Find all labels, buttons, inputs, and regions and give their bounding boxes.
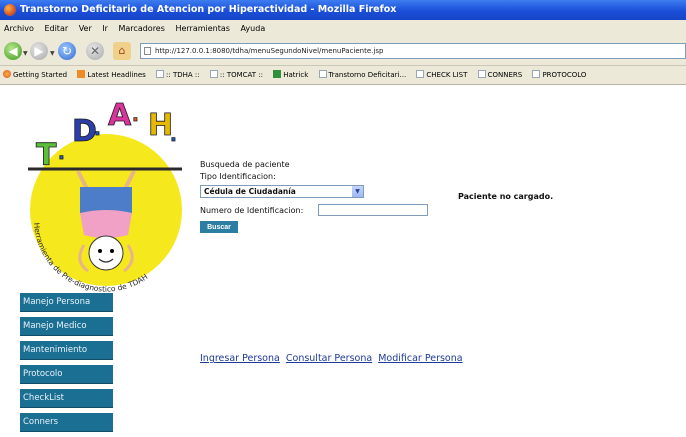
- menu-editar[interactable]: Editar: [40, 24, 72, 33]
- tipo-identificacion-label: Tipo Identificacion:: [200, 172, 276, 181]
- menu-bar: Archivo Editar Ver Ir Marcadores Herrami…: [0, 20, 686, 39]
- firefox-icon: [3, 70, 11, 78]
- bookmark-conners[interactable]: CONNERS: [475, 66, 523, 84]
- url-bar[interactable]: http://127.0.0.1:8080/tdha/menuSegundoNi…: [140, 43, 686, 59]
- menu-protocolo[interactable]: Protocolo: [20, 365, 113, 384]
- logo-letter: .: [58, 143, 65, 164]
- numero-identificacion-label: Numero de Identificacion:: [200, 206, 304, 215]
- bookmark-tomcat[interactable]: :: TOMCAT ::: [207, 66, 263, 84]
- bookmark-protocolo[interactable]: PROTOCOLO: [529, 66, 586, 84]
- window-titlebar: Transtorno Deficitario de Atencion por H…: [0, 0, 686, 20]
- patient-status-message: Paciente no cargado.: [458, 192, 554, 201]
- rss-icon: [77, 70, 86, 78]
- bookmark-label: PROTOCOLO: [542, 71, 587, 79]
- logo-girl-eye: [98, 249, 102, 253]
- page-icon: [209, 70, 218, 78]
- page-icon: [416, 70, 425, 78]
- window-title: Transtorno Deficitario de Atencion por H…: [20, 4, 397, 15]
- tdah-logo: T .D. A. H. Herramienta de Pre-diagnostico …: [28, 98, 182, 294]
- bookmark-tdha[interactable]: :: TDHA ::: [153, 66, 200, 84]
- search-title: Busqueda de paciente: [200, 160, 290, 169]
- url-text: http://127.0.0.1:8080/tdha/menuSegundoNi…: [155, 47, 384, 55]
- page-icon: [477, 70, 486, 78]
- green-icon: [273, 70, 282, 78]
- menu-herramientas[interactable]: Herramientas: [171, 24, 234, 33]
- bookmark-label: Transtorno Deficitari...: [328, 71, 407, 79]
- menu-manejo-persona[interactable]: Manejo Persona: [20, 293, 113, 312]
- modificar-persona-link[interactable]: Modificar Persona: [378, 353, 462, 364]
- page-icon: [156, 70, 165, 78]
- page-icon: [532, 70, 541, 78]
- bookmark-label: Getting Started: [13, 71, 68, 79]
- bookmark-check-list[interactable]: CHECK LIST: [413, 66, 467, 84]
- bookmark-label: CHECK LIST: [426, 71, 468, 79]
- home-icon[interactable]: ⌂: [113, 42, 131, 60]
- logo-letter: A: [108, 98, 132, 133]
- menu-marcadores[interactable]: Marcadores: [115, 24, 169, 33]
- bookmark-getting-started[interactable]: Getting Started: [0, 66, 67, 84]
- menu-ir[interactable]: Ir: [98, 24, 112, 33]
- buscar-button[interactable]: Buscar: [200, 221, 238, 233]
- bookmark-label: Latest Headlines: [87, 71, 146, 79]
- page-icon: [144, 47, 151, 55]
- tipo-selected-value: Cédula de Ciudadanía: [204, 187, 296, 196]
- chevron-down-icon[interactable]: ▼: [352, 186, 363, 197]
- bookmark-hatrick[interactable]: Hatrick: [270, 66, 308, 84]
- consultar-persona-link[interactable]: Consultar Persona: [286, 353, 372, 364]
- page-icon: [318, 70, 327, 78]
- menu-mantenimiento[interactable]: Mantenimiento: [20, 341, 113, 360]
- ingresar-persona-link[interactable]: Ingresar Persona: [200, 353, 280, 364]
- menu-manejo-medico[interactable]: Manejo Medico: [20, 317, 113, 336]
- menu-ayuda[interactable]: Ayuda: [237, 24, 270, 33]
- menu-ver[interactable]: Ver: [75, 24, 96, 33]
- reload-icon[interactable]: ↻: [58, 42, 76, 60]
- back-arrow-icon[interactable]: ◀: [4, 42, 22, 60]
- side-menu: Manejo Persona Manejo Medico Mantenimien…: [20, 293, 113, 437]
- menu-archivo[interactable]: Archivo: [0, 24, 38, 33]
- forward-arrow-icon[interactable]: ▶: [30, 42, 48, 60]
- bookmark-label: :: TDHA ::: [166, 71, 200, 79]
- bookmark-label: CONNERS: [487, 71, 523, 79]
- logo-letter: .: [94, 119, 101, 140]
- bookmarks-toolbar: Getting Started Latest Headlines :: TDHA…: [0, 66, 686, 85]
- firefox-icon: [4, 4, 16, 16]
- bookmark-latest-headlines[interactable]: Latest Headlines: [74, 66, 146, 84]
- logo-girl-face: [88, 235, 124, 271]
- forward-dropdown-icon[interactable]: ▼: [50, 50, 55, 57]
- bookmark-label: Hatrick: [283, 71, 309, 79]
- numero-identificacion-input[interactable]: [318, 204, 428, 216]
- navigation-toolbar: ◀ ▼ ▶ ▼ ↻ ✕ ⌂ http://127.0.0.1:8080/tdha…: [0, 38, 686, 66]
- logo-girl-shorts: [80, 187, 132, 213]
- bookmark-label: :: TOMCAT ::: [219, 71, 264, 79]
- tipo-identificacion-select[interactable]: Cédula de Ciudadanía ▼: [200, 185, 364, 198]
- logo-girl-dress: [80, 210, 132, 238]
- logo-girl-eye: [110, 249, 114, 253]
- logo-letter: .: [170, 125, 177, 146]
- stop-icon[interactable]: ✕: [86, 42, 104, 60]
- person-links: Ingresar Persona Consultar Persona Modif…: [200, 353, 466, 364]
- bookmark-transtorno[interactable]: Transtorno Deficitari...: [316, 66, 407, 84]
- logo-letter: .: [132, 105, 139, 126]
- back-dropdown-icon[interactable]: ▼: [23, 50, 28, 57]
- menu-checklist[interactable]: CheckList: [20, 389, 113, 408]
- logo-letter: T: [36, 138, 57, 173]
